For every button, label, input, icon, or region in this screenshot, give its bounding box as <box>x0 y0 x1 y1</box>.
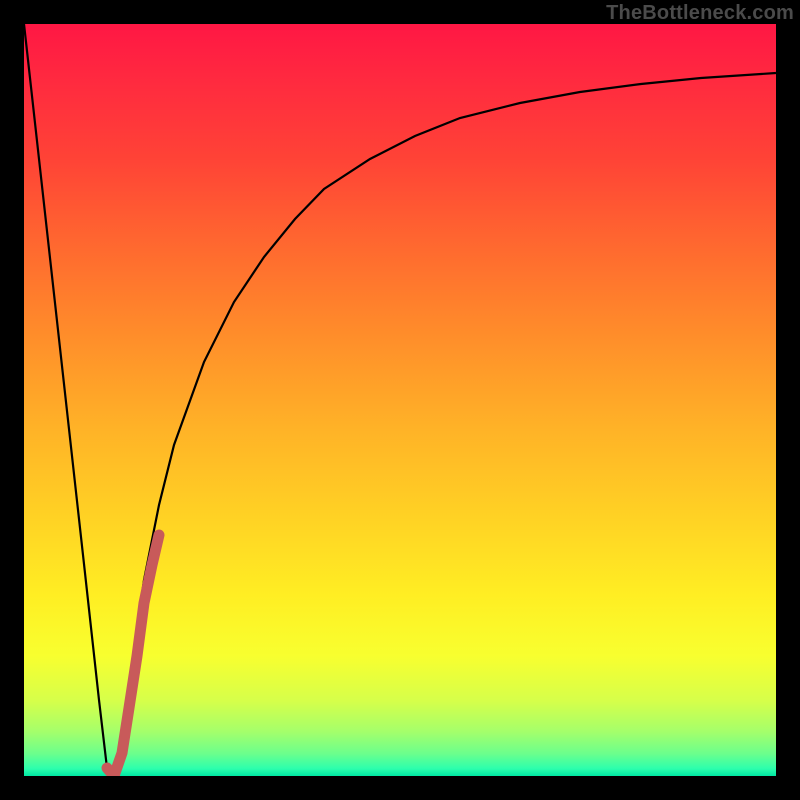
plot-area <box>24 24 776 776</box>
watermark-text: TheBottleneck.com <box>606 2 794 25</box>
chart-frame: TheBottleneck.com <box>0 0 800 800</box>
highlight-segment <box>107 535 159 776</box>
curve-layer <box>24 24 776 776</box>
